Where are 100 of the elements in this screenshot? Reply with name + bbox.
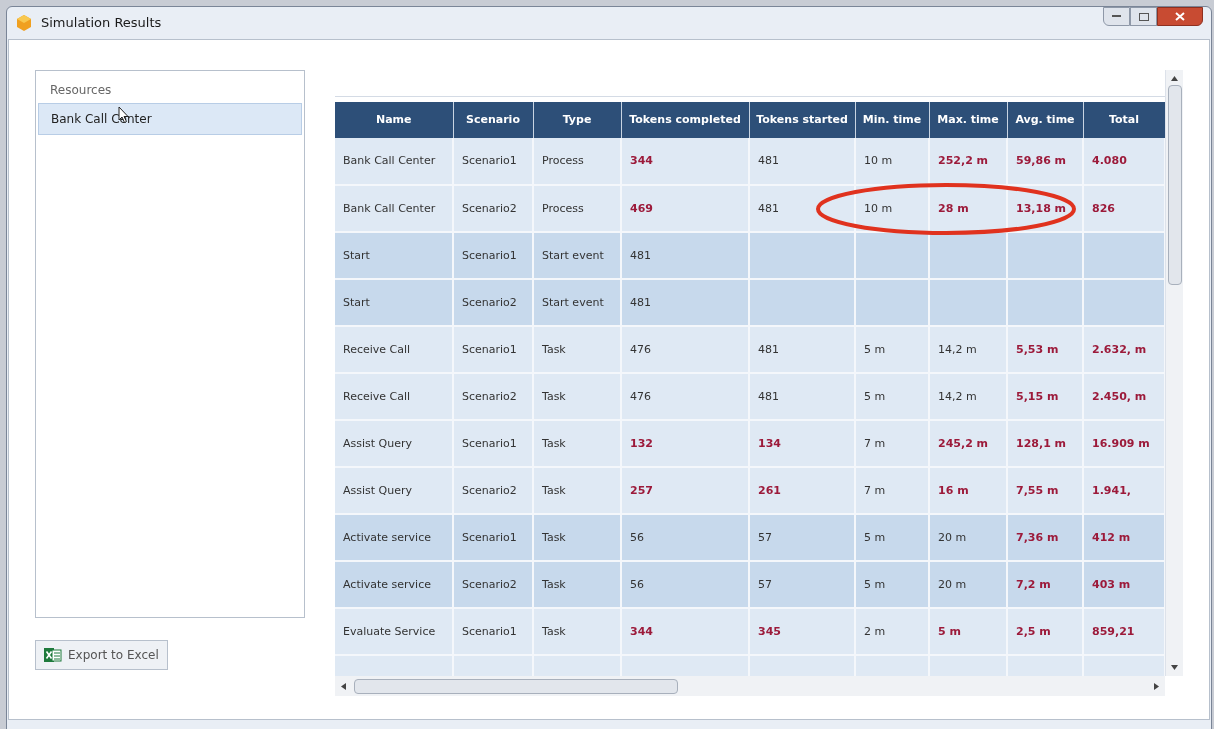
table-cell: 13,18 m bbox=[1016, 201, 1067, 215]
export-button[interactable]: Export to Excel bbox=[35, 640, 168, 670]
table-cell: 20 m bbox=[938, 577, 967, 591]
table-cell: Process bbox=[542, 154, 584, 167]
table-cell: 476 bbox=[630, 342, 651, 356]
table-cell: Scenario1 bbox=[462, 624, 517, 638]
maximize-button[interactable] bbox=[1130, 7, 1157, 26]
table-cell: Task bbox=[542, 624, 566, 638]
table-cell: 7 m bbox=[864, 436, 886, 450]
close-button[interactable] bbox=[1157, 7, 1203, 26]
table-cell: 10 m bbox=[864, 201, 893, 215]
table-cell: Start bbox=[343, 248, 370, 262]
scroll-right-icon bbox=[1154, 682, 1159, 690]
column-header[interactable]: Total bbox=[1108, 112, 1140, 126]
table-cell: Start event bbox=[542, 248, 604, 262]
table-cell: 14,2 m bbox=[938, 389, 977, 403]
table-cell: Task bbox=[542, 483, 566, 497]
table-cell: 10 m bbox=[864, 154, 893, 167]
column-header[interactable]: Name bbox=[375, 112, 412, 126]
table-cell: Scenario2 bbox=[462, 389, 517, 403]
table-cell: Task bbox=[542, 342, 566, 356]
scroll-up-icon bbox=[1171, 76, 1178, 81]
table-cell: 14,2 m bbox=[938, 342, 977, 356]
table-cell: Scenario2 bbox=[462, 483, 517, 497]
table-cell: 5 m bbox=[938, 624, 961, 638]
table-cell: Receive Call bbox=[343, 342, 411, 356]
table-cell: 481 bbox=[758, 342, 779, 356]
table-cell: 826 bbox=[1092, 201, 1115, 215]
table-cell: 481 bbox=[758, 201, 779, 215]
table-cell: 245,2 m bbox=[938, 436, 989, 450]
table-cell: Task bbox=[542, 577, 566, 591]
table-cell: Scenario1 bbox=[462, 248, 517, 262]
table-cell: 2.632, m bbox=[1092, 342, 1147, 356]
table-cell: 57 bbox=[758, 577, 772, 591]
table-cell: Assist Query bbox=[343, 436, 412, 450]
table-cell: 252,2 m bbox=[938, 154, 989, 167]
table-cell: 132 bbox=[630, 436, 653, 450]
table-cell: 2,5 m bbox=[1016, 624, 1051, 638]
table-cell: 2 m bbox=[864, 624, 886, 638]
panel-heading: Resources bbox=[49, 82, 113, 99]
app-cube-icon bbox=[15, 14, 33, 32]
table-cell: 5 m bbox=[864, 530, 886, 544]
table-cell: 7 m bbox=[864, 483, 886, 497]
table-cell: 481 bbox=[758, 154, 779, 167]
table-cell: Process bbox=[542, 201, 584, 215]
table-cell: 5,53 m bbox=[1016, 342, 1059, 356]
table-cell: Scenario1 bbox=[462, 436, 517, 450]
table-cell: 481 bbox=[630, 295, 651, 309]
table-cell: 56 bbox=[630, 530, 644, 544]
table-cell: Scenario2 bbox=[462, 295, 517, 309]
table-cell: 344 bbox=[630, 624, 653, 638]
horizontal-scrollbar[interactable] bbox=[335, 676, 1165, 696]
window-title: Simulation Results bbox=[41, 14, 162, 33]
table-cell: Task bbox=[542, 389, 566, 403]
table-cell: 261 bbox=[758, 483, 781, 497]
table-cell: 57 bbox=[758, 530, 772, 544]
column-header[interactable]: Type bbox=[562, 112, 592, 126]
scrollbar-thumb[interactable] bbox=[1167, 85, 1182, 285]
table-cell: 469 bbox=[630, 201, 653, 215]
table-cell: Activate service bbox=[343, 577, 431, 591]
table-cell: 5 m bbox=[864, 389, 886, 403]
table-cell: Scenario1 bbox=[462, 342, 517, 356]
table-cell: 859,21 bbox=[1092, 624, 1135, 638]
table-cell: Scenario1 bbox=[462, 154, 517, 167]
table-cell: 134 bbox=[758, 436, 781, 450]
table-cell: Scenario1 bbox=[462, 530, 517, 544]
table-cell: 20 m bbox=[938, 530, 967, 544]
table-cell: 7,55 m bbox=[1016, 483, 1059, 497]
table-cell: 4.080 bbox=[1092, 154, 1127, 167]
table-cell: 1.941, bbox=[1092, 483, 1131, 497]
spreadsheet-icon bbox=[44, 647, 62, 663]
scrollbar-thumb[interactable] bbox=[354, 678, 678, 694]
table-cell: 257 bbox=[630, 483, 653, 497]
table-cell: Activate service bbox=[343, 530, 431, 544]
table-cell: 5 m bbox=[864, 577, 886, 591]
table-cell: 7,2 m bbox=[1016, 577, 1051, 591]
vertical-scrollbar[interactable] bbox=[1165, 70, 1183, 676]
scroll-left-icon bbox=[341, 682, 346, 690]
minimize-button[interactable] bbox=[1103, 7, 1130, 26]
scroll-down-icon bbox=[1171, 665, 1178, 670]
table-cell: 5,15 m bbox=[1016, 389, 1059, 403]
table-cell: 481 bbox=[758, 389, 779, 403]
table-cell: Scenario2 bbox=[462, 577, 517, 591]
table-cell: 7,36 m bbox=[1016, 530, 1059, 544]
table-cell: Start bbox=[343, 295, 370, 309]
table-cell: Bank Call Center bbox=[343, 201, 436, 215]
table-cell: 2.450, m bbox=[1092, 389, 1147, 403]
table-cell: 412 m bbox=[1092, 530, 1131, 544]
table-cell: 16 m bbox=[938, 483, 969, 497]
table-cell: 345 bbox=[758, 624, 781, 638]
table-cell: Start event bbox=[542, 295, 604, 309]
table-cell: 344 bbox=[630, 154, 653, 167]
table-cell: Assist Query bbox=[343, 483, 412, 497]
table-cell: 16.909 m bbox=[1092, 436, 1150, 450]
close-icon bbox=[1175, 12, 1185, 21]
table-cell: 476 bbox=[630, 389, 651, 403]
table-cell: 56 bbox=[630, 577, 644, 591]
table-cell: 59,86 m bbox=[1016, 154, 1067, 167]
table-cell: Evaluate Service bbox=[343, 624, 436, 638]
table-cell: 5 m bbox=[864, 342, 886, 356]
